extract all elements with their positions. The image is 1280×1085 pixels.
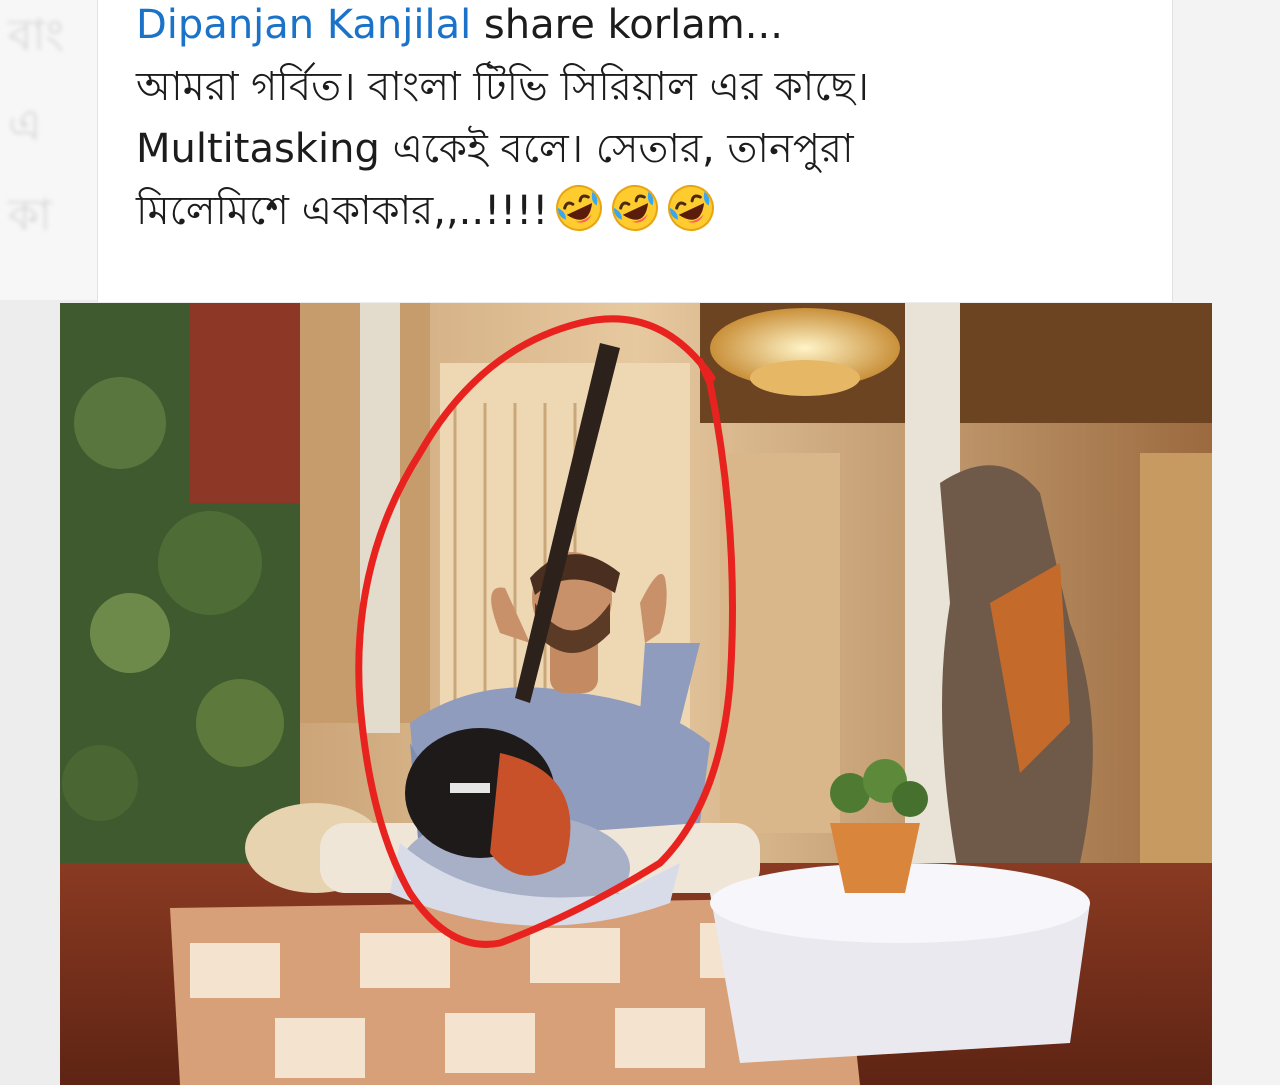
post-line-3: মিলেমিশে একাকার,,..!!!! xyxy=(136,180,1156,242)
blurred-glyph: এ xyxy=(8,100,42,151)
share-text: share korlam... xyxy=(471,2,783,48)
rolling-on-the-floor-laughing-icon xyxy=(554,183,604,233)
post-photo[interactable] xyxy=(60,303,1212,1085)
photo-scene xyxy=(60,303,1212,1085)
post-text: Dipanjan Kanjilal share korlam... আমরা গ… xyxy=(136,0,1156,242)
rolling-on-the-floor-laughing-icon xyxy=(666,183,716,233)
rolling-on-the-floor-laughing-icon xyxy=(610,183,660,233)
post-line-2: Multitasking একেই বলে। সেতার, তানপুরা xyxy=(136,126,854,172)
post-line-3-text: মিলেমিশে একাকার,,..!!!! xyxy=(136,188,549,234)
post-card: Dipanjan Kanjilal share korlam... আমরা গ… xyxy=(97,0,1173,302)
post-header-line: Dipanjan Kanjilal share korlam... xyxy=(136,0,1156,56)
author-link[interactable]: Dipanjan Kanjilal xyxy=(136,2,471,48)
potted-plant xyxy=(830,823,920,893)
blurred-glyph: কা xyxy=(8,190,52,241)
post-line-1: আমরা গর্বিত। বাংলা টিভি সিরিয়াল এর কাছে… xyxy=(136,64,869,110)
emoji-row xyxy=(548,185,716,234)
blurred-glyph: বাং xyxy=(8,10,65,61)
background-page-fragment: বাং এ কা xyxy=(0,0,100,300)
